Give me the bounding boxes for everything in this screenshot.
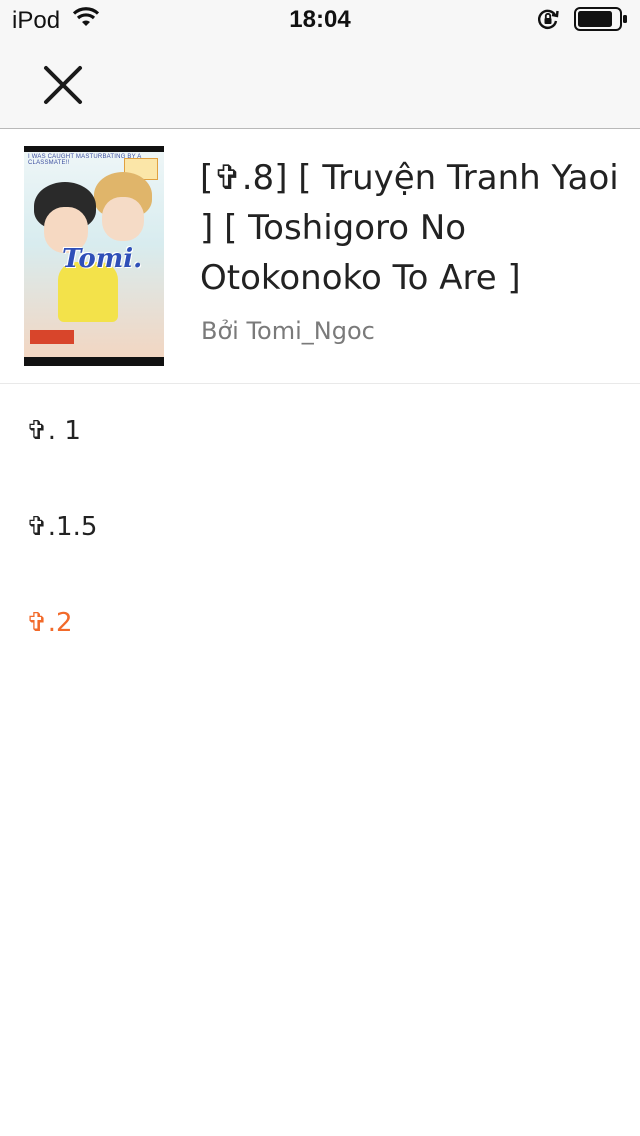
- lock-rotation-icon: [536, 7, 560, 35]
- nav-bar: [0, 40, 640, 129]
- chapter-item-2-current[interactable]: ✞.2: [0, 576, 640, 672]
- cover-author-stamp: [30, 330, 74, 344]
- close-button[interactable]: [36, 58, 92, 114]
- chapter-list: ✞. 1 ✞.1.5 ✞.2: [0, 384, 640, 672]
- close-icon: [44, 66, 82, 104]
- cover-art: I WAS CAUGHT MASTURBATING BY A CLASSMATE…: [24, 152, 164, 357]
- chapter-item-1-5[interactable]: ✞.1.5: [0, 480, 640, 576]
- chapter-label: ✞. 1: [26, 416, 81, 446]
- status-right: [536, 7, 628, 35]
- cover-figure-face: [102, 197, 144, 241]
- story-author[interactable]: Bởi Tomi_Ngoc: [201, 317, 375, 345]
- chapter-label: ✞.2: [26, 608, 73, 638]
- story-cover[interactable]: I WAS CAUGHT MASTURBATING BY A CLASSMATE…: [24, 146, 164, 366]
- story-title: [✞.8] [ Truyện Tranh Yaoi ] [ Toshigoro …: [200, 158, 619, 298]
- chapter-label: ✞.1.5: [26, 512, 98, 542]
- status-bar: iPod 18:04: [0, 0, 640, 40]
- battery-icon: [574, 7, 628, 35]
- story-header: I WAS CAUGHT MASTURBATING BY A CLASSMATE…: [0, 129, 640, 384]
- chapter-item-1[interactable]: ✞. 1: [0, 384, 640, 480]
- cover-title: Tomi.: [62, 244, 143, 274]
